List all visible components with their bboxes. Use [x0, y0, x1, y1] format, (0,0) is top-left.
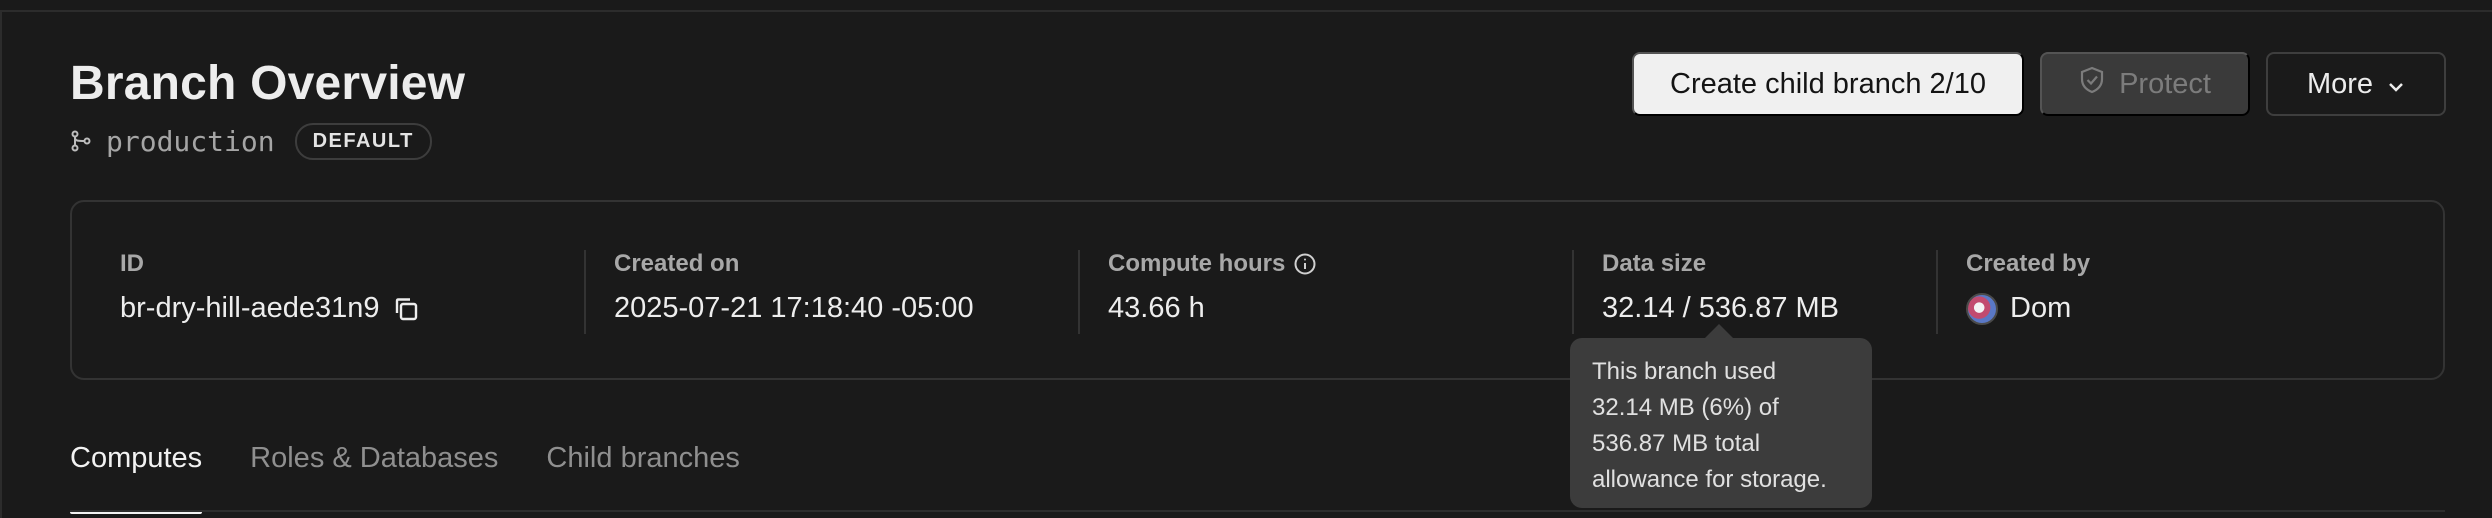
branch-name: production — [106, 124, 275, 158]
info-divider — [1078, 250, 1080, 334]
created-by-value: Dom — [2010, 292, 2072, 324]
id-label: ID — [120, 250, 144, 277]
data-size-tooltip: This branch used 32.14 MB (6%) of 536.87… — [1570, 338, 1872, 508]
info-data-size[interactable]: Data size 32.14 / 536.87 MB — [1602, 250, 1839, 325]
create-child-branch-label: Create child branch 2/10 — [1670, 67, 1986, 100]
compute-hours-value: 43.66 h — [1108, 292, 1205, 324]
created-by-value-row: Dom — [1966, 292, 2090, 325]
header-actions: Create child branch 2/10 Protect More — [1632, 52, 2446, 116]
tab-bar: Computes Roles & Databases Child branche… — [70, 442, 740, 514]
shield-icon — [2079, 66, 2105, 102]
page-title: Branch Overview — [70, 57, 466, 110]
chevron-down-icon — [2387, 68, 2405, 101]
create-child-branch-button[interactable]: Create child branch 2/10 — [1632, 52, 2024, 116]
tab-roles-databases[interactable]: Roles & Databases — [250, 442, 498, 512]
branch-line: production DEFAULT — [70, 122, 432, 160]
info-divider — [1936, 250, 1938, 334]
info-divider — [1572, 250, 1574, 334]
tooltip-line: 32.14 MB (6%) of — [1592, 394, 1779, 421]
top-divider — [0, 10, 2492, 12]
protect-button[interactable]: Protect — [2040, 52, 2250, 116]
data-size-value: 32.14 / 536.87 MB — [1602, 292, 1839, 324]
left-divider — [0, 10, 2, 518]
tooltip-line: allowance for storage. — [1592, 466, 1827, 493]
git-branch-icon — [70, 130, 92, 152]
tooltip-line: This branch used — [1592, 358, 1777, 385]
data-size-label: Data size — [1602, 250, 1707, 277]
created-on-label: Created on — [614, 250, 740, 277]
info-id: ID br-dry-hill-aede31n9 — [120, 250, 420, 325]
info-divider — [584, 250, 586, 334]
created-on-value: 2025-07-21 17:18:40 -05:00 — [614, 292, 974, 324]
protect-label: Protect — [2119, 67, 2211, 100]
copy-icon[interactable] — [392, 295, 420, 323]
info-icon[interactable] — [1293, 252, 1317, 276]
tab-computes[interactable]: Computes — [70, 442, 203, 514]
tooltip-arrow — [1705, 324, 1733, 338]
info-created-by: Created by Dom — [1966, 250, 2090, 325]
info-created-on: Created on 2025-07-21 17:18:40 -05:00 — [614, 250, 974, 325]
branch-id-value: br-dry-hill-aede31n9 — [120, 292, 380, 324]
compute-hours-label: Compute hours — [1108, 250, 1286, 277]
branch-overview-page: Branch Overview production DEFAULT Creat… — [0, 0, 2492, 518]
branch-info-card: ID br-dry-hill-aede31n9 Created on 2025-… — [70, 200, 2445, 380]
tooltip-line: 536.87 MB total — [1592, 430, 1761, 457]
tab-divider — [70, 510, 2445, 512]
info-compute-hours: Compute hours 43.66 h — [1108, 250, 1317, 325]
more-button[interactable]: More — [2266, 52, 2446, 116]
compute-hours-label-row: Compute hours — [1108, 250, 1317, 278]
more-label: More — [2306, 67, 2374, 100]
default-badge: DEFAULT — [294, 122, 432, 160]
created-by-label: Created by — [1966, 250, 2091, 277]
id-value-row: br-dry-hill-aede31n9 — [120, 292, 420, 325]
tab-child-branches[interactable]: Child branches — [546, 442, 739, 512]
avatar — [1966, 292, 1998, 325]
